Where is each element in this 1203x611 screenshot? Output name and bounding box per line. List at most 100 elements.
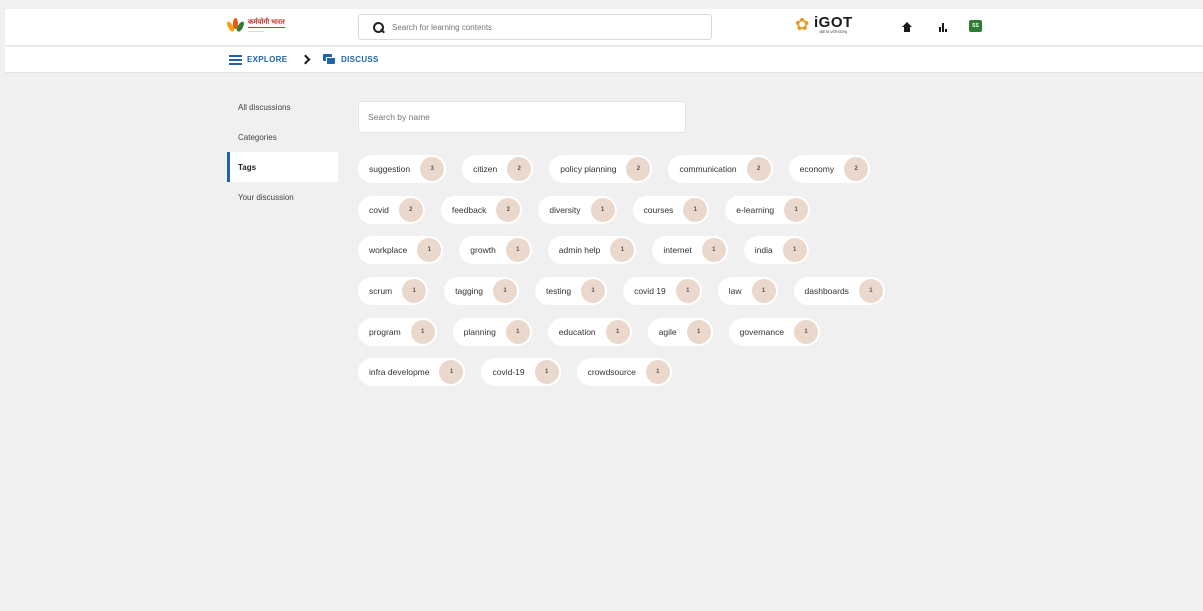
- tag-name: program: [369, 326, 401, 337]
- tag-chip[interactable]: scrum 1: [358, 277, 429, 306]
- tag-chip[interactable]: agile 1: [647, 317, 713, 346]
- tag-chip[interactable]: economy 2: [788, 155, 871, 183]
- tag-count-badge: 1: [590, 197, 615, 222]
- tag-row: covid 2 feedback 2 diversity 1 courses 1 e-learn…: [358, 195, 978, 226]
- tag-chip[interactable]: crowdsource 1: [576, 358, 672, 387]
- tag-row: suggestion 3 citizen 2 policy planning 2 commu…: [358, 155, 978, 185]
- tag-chip[interactable]: covid-19 1: [481, 358, 561, 387]
- tag-chip[interactable]: covid 19 1: [623, 277, 702, 306]
- top-header: कर्मयोगी भारत ———— iGOT (BETA VERSION) S…: [5, 9, 1203, 46]
- tag-name: india: [754, 245, 773, 256]
- search-icon: [373, 21, 384, 33]
- tag-chip[interactable]: e-learning 1: [725, 195, 811, 224]
- tag-row: workplace 1 growth 1 admin help 1 internet 1 ind…: [358, 236, 978, 266]
- logo-subtext: ————: [248, 28, 264, 33]
- sidebar-item-all-discussions[interactable]: All discussions: [227, 92, 338, 122]
- tag-name: economy: [799, 164, 835, 174]
- tag-count-badge: 3: [420, 157, 445, 181]
- tag-count-badge: 1: [505, 319, 530, 344]
- tag-chip[interactable]: education 1: [547, 317, 632, 346]
- breadcrumb-discuss[interactable]: DISCUSS: [341, 55, 379, 64]
- tag-chip[interactable]: courses 1: [632, 195, 710, 224]
- tag-chip[interactable]: policy planning 2: [549, 155, 653, 183]
- avatar[interactable]: SS: [969, 20, 982, 32]
- tag-name: diversity: [549, 204, 581, 215]
- bar-chart-icon[interactable]: [939, 23, 948, 32]
- tag-name: e-learning: [736, 204, 775, 215]
- tag-chip[interactable]: tagging 1: [444, 277, 520, 306]
- tag-chip[interactable]: workplace 1: [358, 236, 444, 265]
- forum-icon: [323, 54, 335, 65]
- tag-name: growth: [470, 245, 496, 256]
- tag-chip[interactable]: india 1: [743, 236, 809, 265]
- tag-count-badge: 1: [675, 279, 700, 304]
- tag-count-badge: 1: [858, 279, 883, 304]
- flame-logo-icon: [225, 18, 246, 34]
- tag-name: scrum: [369, 286, 393, 297]
- tag-count-badge: 1: [417, 238, 442, 263]
- tag-chip[interactable]: law 1: [717, 277, 778, 306]
- tag-row: program 1 planning 1 education 1 agile 1 governa…: [358, 317, 978, 348]
- tag-chip[interactable]: communication 2: [668, 155, 773, 183]
- tag-count-badge: 1: [410, 319, 435, 344]
- tag-chip[interactable]: governance 1: [728, 317, 821, 346]
- sidebar-item-categories[interactable]: Categories: [227, 122, 338, 152]
- tag-count-badge: 1: [686, 319, 711, 344]
- sidebar-item-your-discussion[interactable]: Your discussion: [227, 182, 338, 212]
- tag-name: covid 19: [634, 286, 666, 297]
- tag-name: agile: [658, 326, 677, 337]
- tag-chip[interactable]: diversity 1: [538, 195, 617, 224]
- tag-name: infra developme: [369, 367, 430, 378]
- tag-search-input[interactable]: [368, 112, 668, 122]
- tag-chip[interactable]: planning 1: [452, 317, 532, 346]
- tag-name: dashboards: [804, 286, 849, 297]
- hamburger-menu-icon[interactable]: [229, 55, 242, 65]
- tag-count-badge: 1: [505, 238, 530, 263]
- tag-name: admin help: [558, 245, 601, 256]
- tag-count-badge: 1: [493, 279, 518, 304]
- tag-chip[interactable]: growth 1: [459, 236, 532, 265]
- tag-count-badge: 1: [402, 279, 427, 304]
- tag-count-badge: 1: [683, 197, 708, 222]
- igot-logo[interactable]: iGOT (BETA VERSION): [795, 15, 853, 35]
- tag-count-badge: 2: [844, 157, 869, 181]
- home-icon[interactable]: [902, 22, 912, 32]
- tag-count-badge: 1: [782, 238, 807, 263]
- tag-chip[interactable]: citizen 2: [462, 155, 534, 183]
- discussion-sidebar: All discussions Categories Tags Your dis…: [227, 92, 338, 212]
- tag-chip[interactable]: covid 2: [358, 195, 425, 224]
- tag-name: planning: [463, 326, 496, 337]
- tag-search-box[interactable]: [358, 101, 686, 133]
- tag-count-badge: 1: [581, 279, 606, 304]
- tag-count-badge: 2: [746, 157, 771, 181]
- tag-count-badge: 1: [701, 238, 726, 263]
- tag-chip[interactable]: program 1: [358, 317, 437, 346]
- tag-chip[interactable]: admin help 1: [547, 236, 637, 265]
- tag-name: workplace: [369, 245, 408, 256]
- tag-count-badge: 2: [626, 157, 651, 181]
- tag-name: crowdsource: [587, 367, 636, 378]
- tag-name: courses: [643, 204, 674, 215]
- tag-chip[interactable]: suggestion 3: [358, 155, 447, 183]
- logo-text: कर्मयोगी भारत: [248, 19, 285, 28]
- tag-count-badge: 1: [645, 360, 670, 385]
- breadcrumb-explore[interactable]: EXPLORE: [247, 55, 287, 64]
- tag-chip[interactable]: testing 1: [535, 277, 608, 306]
- global-search-input[interactable]: [392, 22, 692, 32]
- tag-count-badge: 1: [534, 360, 559, 385]
- tag-count-badge: 1: [794, 319, 819, 344]
- tag-chip[interactable]: internet 1: [652, 236, 728, 265]
- tag-chip[interactable]: infra developme 1: [358, 358, 466, 387]
- global-search-box[interactable]: [358, 14, 712, 40]
- tag-chip[interactable]: feedback 2: [440, 195, 523, 224]
- tag-name: testing: [546, 286, 572, 297]
- tag-name: law: [728, 286, 742, 297]
- tag-name: citizen: [473, 164, 498, 174]
- karmayogi-logo[interactable]: कर्मयोगी भारत ————: [225, 15, 298, 37]
- tag-name: covid-19: [492, 367, 525, 378]
- tag-name: education: [558, 326, 596, 337]
- igot-star-icon: [795, 15, 811, 35]
- tag-chip[interactable]: dashboards 1: [793, 277, 885, 306]
- sidebar-item-tags[interactable]: Tags: [227, 152, 338, 182]
- tag-name: governance: [739, 326, 785, 337]
